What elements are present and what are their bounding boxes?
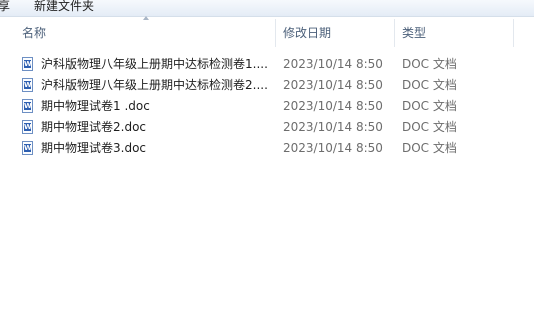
word-doc-icon: W (22, 141, 33, 155)
file-date-modified: 2023/10/14 8:50 (283, 78, 383, 92)
sort-ascending-icon (143, 16, 149, 20)
file-date-modified: 2023/10/14 8:50 (283, 99, 383, 113)
new-folder-button[interactable]: 新建文件夹 (34, 0, 94, 15)
column-divider[interactable] (275, 19, 276, 47)
file-date-modified: 2023/10/14 8:50 (283, 141, 383, 155)
file-type: DOC 文档 (402, 141, 457, 155)
word-doc-icon: W (22, 78, 33, 92)
file-name: 期中物理试卷3.doc (41, 141, 147, 155)
column-divider[interactable] (513, 19, 514, 47)
file-type: DOC 文档 (402, 78, 457, 92)
column-header-type[interactable]: 类型 (402, 17, 426, 50)
file-date-modified: 2023/10/14 8:50 (283, 57, 383, 71)
file-type: DOC 文档 (402, 99, 457, 113)
column-header-row: 名称 修改日期 类型 (0, 16, 534, 50)
column-header-date-modified[interactable]: 修改日期 (283, 17, 331, 50)
word-doc-icon: W (22, 99, 33, 113)
file-type: DOC 文档 (402, 120, 457, 134)
column-header-name[interactable]: 名称 (22, 17, 46, 50)
command-bar: 共享 新建文件夹 (0, 0, 534, 17)
file-name: 沪科版物理八年级上册期中达标检测卷1.... (41, 57, 268, 71)
file-name: 沪科版物理八年级上册期中达标检测卷2.... (41, 78, 268, 92)
file-row[interactable]: W 期中物理试卷1 .doc 2023/10/14 8:50 DOC 文档 (0, 96, 534, 117)
word-doc-icon: W (22, 120, 33, 134)
file-name: 期中物理试卷1 .doc (41, 99, 150, 113)
file-date-modified: 2023/10/14 8:50 (283, 120, 383, 134)
word-doc-icon: W (22, 57, 33, 71)
share-menu-button[interactable]: 共享 (0, 0, 10, 15)
file-row[interactable]: W 期中物理试卷3.doc 2023/10/14 8:50 DOC 文档 (0, 138, 534, 159)
file-name: 期中物理试卷2.doc (41, 120, 147, 134)
file-row[interactable]: W 期中物理试卷2.doc 2023/10/14 8:50 DOC 文档 (0, 117, 534, 138)
file-type: DOC 文档 (402, 57, 457, 71)
file-row[interactable]: W 沪科版物理八年级上册期中达标检测卷1.... 2023/10/14 8:50… (0, 54, 534, 75)
column-divider[interactable] (394, 19, 395, 47)
file-row[interactable]: W 沪科版物理八年级上册期中达标检测卷2.... 2023/10/14 8:50… (0, 75, 534, 96)
